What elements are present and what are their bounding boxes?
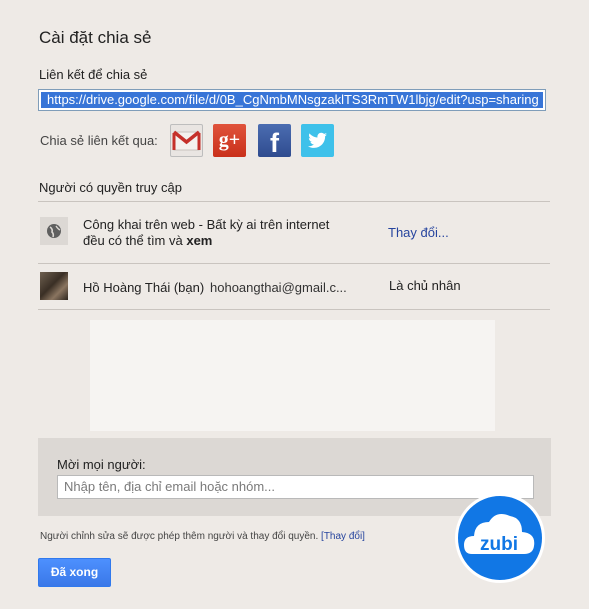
google-plus-icon[interactable]: g+ (213, 124, 246, 157)
dialog-title: Cài đặt chia sẻ (39, 28, 152, 47)
blank-area (90, 320, 495, 431)
public-access-line1: Công khai trên web - Bất kỳ ai trên inte… (83, 217, 330, 232)
share-link-field[interactable]: https://drive.google.com/file/d/0B_CgNmb… (38, 89, 546, 111)
gmail-icon[interactable] (170, 124, 203, 157)
public-access-line2-text: đều có thể tìm và (83, 233, 187, 248)
zubi-logo: zubi (455, 493, 545, 583)
invite-label: Mời mọi người: (57, 457, 146, 472)
twitter-icon[interactable] (301, 124, 334, 157)
globe-icon (40, 217, 68, 245)
facebook-icon[interactable]: f (258, 124, 291, 158)
owner-role: Là chủ nhân (389, 278, 461, 293)
zubi-logo-text: zubi (480, 534, 518, 555)
done-button[interactable]: Đã xong (38, 558, 111, 587)
owner-name: Hồ Hoàng Thái (bạn) (83, 280, 205, 295)
owner-email: hohoangthai@gmail.c... (210, 280, 347, 295)
public-access-line2: đều có thể tìm và xem (83, 233, 212, 248)
divider (38, 201, 550, 202)
change-access-link[interactable]: Thay đổi... (388, 225, 449, 240)
footer-note: Người chỉnh sửa sẽ được phép thêm người … (40, 531, 365, 542)
link-section-label: Liên kết để chia sẻ (39, 67, 148, 82)
share-via-label: Chia sẻ liên kết qua: (40, 133, 158, 148)
divider (38, 263, 550, 264)
public-access-view-word: xem (186, 233, 213, 248)
avatar (40, 272, 68, 300)
change-permission-link[interactable]: [Thay đổi] (321, 531, 365, 542)
divider (38, 309, 550, 310)
access-section-label: Người có quyền truy cập (39, 180, 182, 195)
share-link-text: https://drive.google.com/file/d/0B_CgNmb… (41, 92, 543, 108)
footer-note-text: Người chỉnh sửa sẽ được phép thêm người … (40, 531, 319, 542)
